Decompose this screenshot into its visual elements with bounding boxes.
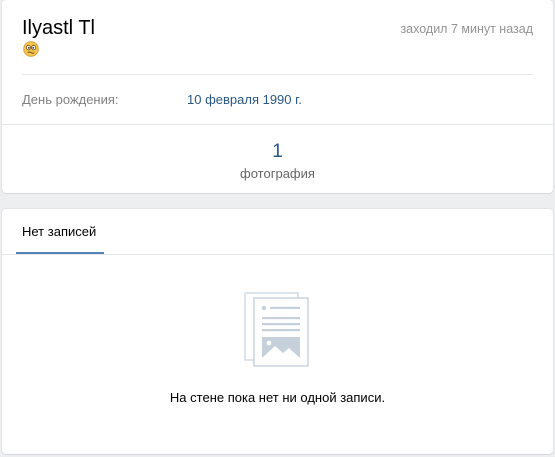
wall-card: Нет записей На стене пока нет ни одной з… [2,209,553,454]
active-tab-indicator [16,252,104,254]
birthday-link[interactable]: 10 февраля 1990 г. [187,92,302,108]
confused-face-icon [23,41,39,57]
document-image-icon [244,292,309,367]
photos-counter[interactable]: 1 фотография [2,141,553,183]
divider [2,124,553,125]
divider [22,74,533,75]
tab-no-posts[interactable]: Нет записей [16,209,102,253]
photos-count: 1 [272,141,283,162]
profile-card: Ilyastl Tl заходил 7 минут назад День ро… [2,0,553,193]
empty-wall-message: На стене пока нет ни одной записи. [169,390,386,405]
birthday-label: День рождения: [22,92,119,107]
photos-label: фотография [240,166,315,181]
last-seen-status: заходил 7 минут назад [400,22,533,36]
page-name: Ilyastl Tl [22,17,95,39]
wall-tabs: Нет записей [2,209,553,255]
